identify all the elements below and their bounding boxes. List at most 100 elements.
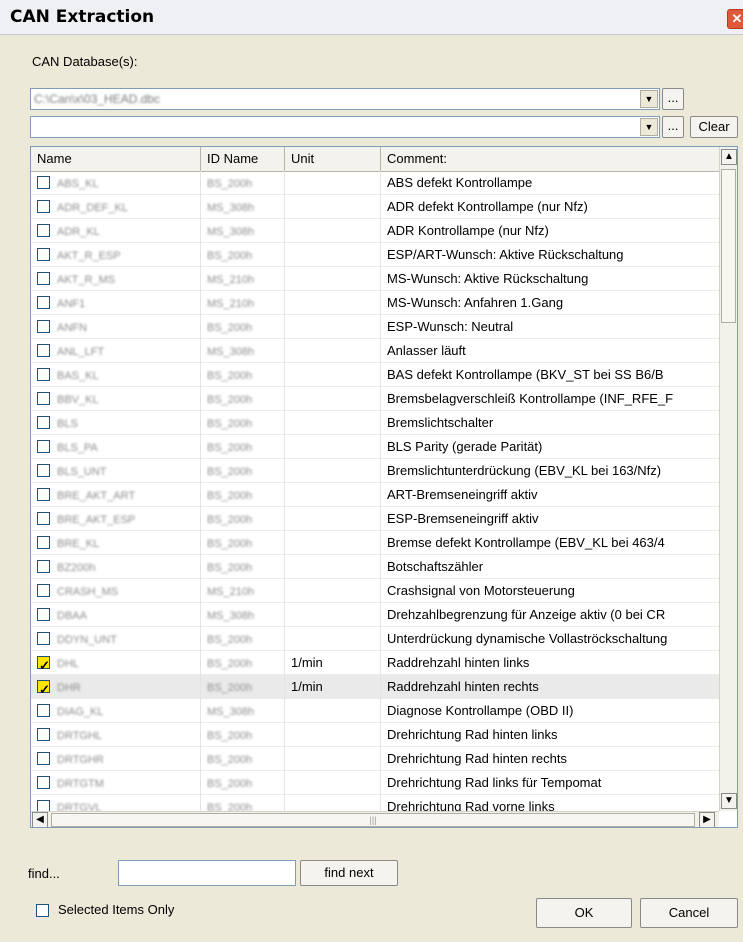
row-checkbox[interactable] <box>37 776 50 789</box>
table-row[interactable]: AKT_R_MS MS_210h MS-Wunsch: Aktive Rücksch… <box>31 267 719 291</box>
row-checkbox[interactable] <box>37 752 50 765</box>
row-checkbox[interactable] <box>37 654 50 675</box>
scroll-right-icon[interactable]: ▶ <box>699 812 715 827</box>
column-comment-header[interactable]: Comment: <box>381 147 719 171</box>
table-row[interactable]: DBAA MS_308h Drehzahlbegrenzung für Anzeig… <box>31 603 719 627</box>
table-row[interactable]: AKT_R_ESP BS_200h ESP/ART-Wunsch: Aktive R… <box>31 243 719 267</box>
table-row[interactable]: BRE_KL BS_200h Bremse defekt Kontrollampe … <box>31 531 719 555</box>
scroll-left-icon[interactable]: ◀ <box>32 812 48 827</box>
table-row[interactable]: DDYN_UNT BS_200h Unterdrückung dynamische … <box>31 627 719 651</box>
signal-id: BS_200h <box>207 562 253 574</box>
id-name-cell: BS_200h <box>201 531 285 555</box>
row-checkbox[interactable] <box>37 248 50 261</box>
unit-cell <box>285 267 381 291</box>
table-row[interactable]: DRTGTM BS_200h Drehrichtung Rad links für … <box>31 771 719 795</box>
close-button[interactable]: ✕ <box>727 9 743 29</box>
database-combo[interactable]: C:\Can\x\03_HEAD.dbc ▼ <box>30 88 660 110</box>
row-checkbox[interactable] <box>37 344 50 357</box>
vertical-scrollbar[interactable]: ▲ ▼ <box>719 147 737 811</box>
scroll-down-icon[interactable]: ▼ <box>721 793 737 809</box>
row-checkbox[interactable] <box>37 536 50 549</box>
find-input[interactable] <box>118 860 296 886</box>
table-row[interactable]: ABS_KL BS_200h ABS defekt Kontrollampe <box>31 171 719 195</box>
row-checkbox[interactable] <box>37 416 50 429</box>
cancel-button[interactable]: Cancel <box>640 898 738 928</box>
row-checkbox[interactable] <box>37 464 50 477</box>
table-row[interactable]: BLS_PA BS_200h BLS Parity (gerade Parität) <box>31 435 719 459</box>
column-name-header[interactable]: Name <box>31 147 201 171</box>
chevron-down-icon[interactable]: ▼ <box>640 90 658 108</box>
table-row[interactable]: ANL_LFT MS_308h Anlasser läuft <box>31 339 719 363</box>
signal-id: BS_200h <box>207 754 253 766</box>
ok-button[interactable]: OK <box>536 898 632 928</box>
selected-only-checkbox[interactable] <box>36 904 49 917</box>
signal-name: BBV_KL <box>57 394 99 406</box>
row-checkbox[interactable] <box>37 608 50 621</box>
row-checkbox[interactable] <box>37 272 50 285</box>
row-checkbox[interactable] <box>37 320 50 333</box>
table-row[interactable]: ADR_KL MS_308h ADR Kontrollampe (nur Nfz) <box>31 219 719 243</box>
table-row[interactable]: BRE_AKT_ESP BS_200h ESP-Bremseneingriff ak… <box>31 507 719 531</box>
table-row[interactable]: ANFN BS_200h ESP-Wunsch: Neutral <box>31 315 719 339</box>
unit-cell <box>285 291 381 315</box>
row-checkbox[interactable] <box>37 488 50 501</box>
unit-cell <box>285 315 381 339</box>
signal-name: BAS_KL <box>57 370 99 382</box>
table-row[interactable]: BZ200h BS_200h Botschaftszähler <box>31 555 719 579</box>
scroll-up-icon[interactable]: ▲ <box>721 149 737 165</box>
unit-cell <box>285 459 381 483</box>
row-checkbox[interactable] <box>37 560 50 573</box>
table-row[interactable]: DIAG_KL MS_308h Diagnose Kontrollampe (OBD… <box>31 699 719 723</box>
horizontal-scrollbar[interactable]: ◀ ||| ▶ <box>31 811 719 827</box>
comment-cell: Unterdrückung dynamische Vollaströckscha… <box>387 631 668 646</box>
table-row[interactable]: BBV_KL BS_200h Bremsbelagverschleiß Kontro… <box>31 387 719 411</box>
row-checkbox[interactable] <box>37 296 50 309</box>
scroll-thumb[interactable] <box>721 169 736 323</box>
row-checkbox[interactable] <box>37 728 50 741</box>
name-cell: BBV_KL <box>31 387 201 411</box>
row-checkbox[interactable] <box>37 632 50 645</box>
table-row[interactable]: BRE_AKT_ART BS_200h ART-Bremseneingriff ak… <box>31 483 719 507</box>
name-cell: BAS_KL <box>31 363 201 387</box>
row-checkbox[interactable] <box>37 512 50 525</box>
column-id-header[interactable]: ID Name <box>201 147 285 171</box>
table-row[interactable]: BAS_KL BS_200h BAS defekt Kontrollampe (BK… <box>31 363 719 387</box>
chevron-down-icon[interactable]: ▼ <box>640 118 658 136</box>
find-next-button[interactable]: find next <box>300 860 398 886</box>
row-checkbox[interactable] <box>37 704 50 717</box>
signal-name: CRASH_MS <box>57 586 119 598</box>
can-extraction-dialog: CAN Extraction ✕ CAN Database(s): C:\Can… <box>0 0 743 942</box>
name-cell: DRTGHL <box>31 723 201 747</box>
clear-button[interactable]: Clear <box>690 116 738 138</box>
table-row[interactable]: DHL BS_200h 1/min Raddrehzahl hinten links <box>31 651 719 675</box>
row-checkbox[interactable] <box>37 584 50 597</box>
row-checkbox[interactable] <box>37 678 50 699</box>
signal-list[interactable]: Name ID Name Unit Comment: ABS_KL BS_200h… <box>30 146 738 828</box>
signal-name: ANL_LFT <box>57 346 105 358</box>
table-row[interactable]: CRASH_MS MS_210h Crashsignal von Motorsteu… <box>31 579 719 603</box>
table-row[interactable]: ADR_DEF_KL MS_308h ADR defekt Kontrollampe… <box>31 195 719 219</box>
table-row[interactable]: BLS BS_200h Bremslichtschalter <box>31 411 719 435</box>
table-row[interactable]: ANF1 MS_210h MS-Wunsch: Anfahren 1.Gang <box>31 291 719 315</box>
second-database-combo[interactable]: ▼ <box>30 116 660 138</box>
unit-cell: 1/min <box>285 651 381 675</box>
signal-id: BS_200h <box>207 322 253 334</box>
table-row[interactable]: DHR BS_200h 1/min Raddrehzahl hinten rechts <box>31 675 719 699</box>
row-checkbox[interactable] <box>37 176 50 189</box>
table-row[interactable]: DRTGHR BS_200h Drehrichtung Rad hinten rec… <box>31 747 719 771</box>
comment-cell: Crashsignal von Motorsteuerung <box>387 583 575 598</box>
unit-cell <box>285 219 381 243</box>
comment-cell: ADR defekt Kontrollampe (nur Nfz) <box>387 199 588 214</box>
table-row[interactable]: BLS_UNT BS_200h Bremslichtunterdrückung (E… <box>31 459 719 483</box>
row-checkbox[interactable] <box>37 368 50 381</box>
horizontal-scroll-thumb[interactable]: ||| <box>51 813 695 827</box>
row-checkbox[interactable] <box>37 224 50 237</box>
browse-database-button[interactable]: ... <box>662 88 684 110</box>
row-checkbox[interactable] <box>37 200 50 213</box>
row-checkbox[interactable] <box>37 392 50 405</box>
table-row[interactable]: DRTGHL BS_200h Drehrichtung Rad hinten lin… <box>31 723 719 747</box>
browse-second-button[interactable]: ... <box>662 116 684 138</box>
row-checkbox[interactable] <box>37 440 50 453</box>
column-unit-header[interactable]: Unit <box>285 147 381 171</box>
id-name-cell: BS_200h <box>201 483 285 507</box>
